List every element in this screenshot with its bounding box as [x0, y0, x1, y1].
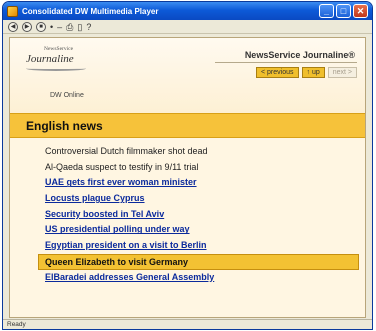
stop-icon[interactable]: ■ [36, 21, 46, 32]
news-link[interactable]: Security boosted in Tel Aviv [10, 207, 365, 223]
logo-swoosh [26, 66, 86, 71]
page-navigation: < previous ↑ up next > [256, 67, 357, 78]
news-link[interactable]: UAE gets first ever woman minister [10, 175, 365, 191]
close-button[interactable]: ✕ [353, 4, 368, 18]
news-link[interactable]: ElBaradei addresses General Assembly [10, 270, 365, 286]
section-title: English news [26, 118, 103, 133]
journaline-content: NewsService Journaline NewsService Journ… [9, 37, 366, 318]
news-item: Controversial Dutch filmmaker shot dead [45, 146, 208, 156]
dash-icon[interactable]: – [57, 22, 62, 32]
bullet-icon[interactable]: • [50, 22, 53, 32]
news-link-selected[interactable]: Queen Elizabeth to visit Germany [38, 253, 359, 270]
back-icon[interactable]: ◀ [8, 21, 18, 32]
section-header: English news [10, 113, 365, 138]
toolbar: ◀ ▶ ■ • – ⎙ ▯ ? [3, 20, 372, 34]
status-bar: Ready [3, 319, 372, 329]
title-bar[interactable]: Consolidated DW Multimedia Player _ □ ✕ [3, 2, 372, 20]
journaline-logo: NewsService Journaline [26, 46, 88, 72]
copy-icon[interactable]: ▯ [77, 22, 82, 32]
help-icon[interactable]: ? [86, 22, 91, 32]
logo-small-text: NewsService [44, 46, 74, 52]
forward-icon[interactable]: ▶ [22, 21, 32, 32]
logo-main-text: Journaline [26, 53, 74, 65]
news-link[interactable]: US presidential polling under way [10, 222, 365, 238]
source-label: DW Online [50, 92, 84, 99]
previous-button[interactable]: < previous [256, 67, 299, 78]
app-icon [7, 5, 18, 17]
up-button[interactable]: ↑ up [301, 67, 325, 78]
news-item: Al-Qaeda suspect to testify in 9/11 tria… [45, 161, 199, 172]
page-header: NewsService Journaline NewsService Journ… [10, 38, 365, 113]
print-icon[interactable]: ⎙ [66, 22, 73, 32]
player-window: Consolidated DW Multimedia Player _ □ ✕ … [2, 1, 373, 330]
header-divider [215, 62, 357, 63]
news-link[interactable]: Locusts plague Cyprus [10, 191, 365, 207]
next-button[interactable]: next > [327, 67, 357, 78]
window-title: Consolidated DW Multimedia Player [22, 6, 159, 16]
minimize-button[interactable]: _ [319, 4, 334, 18]
news-list: Controversial Dutch filmmaker shot dead … [10, 138, 365, 285]
brand-title: NewsService Journaline® [244, 50, 355, 60]
maximize-button[interactable]: □ [336, 4, 351, 18]
news-link[interactable]: Egyptian president on a visit to Berlin [10, 238, 365, 254]
